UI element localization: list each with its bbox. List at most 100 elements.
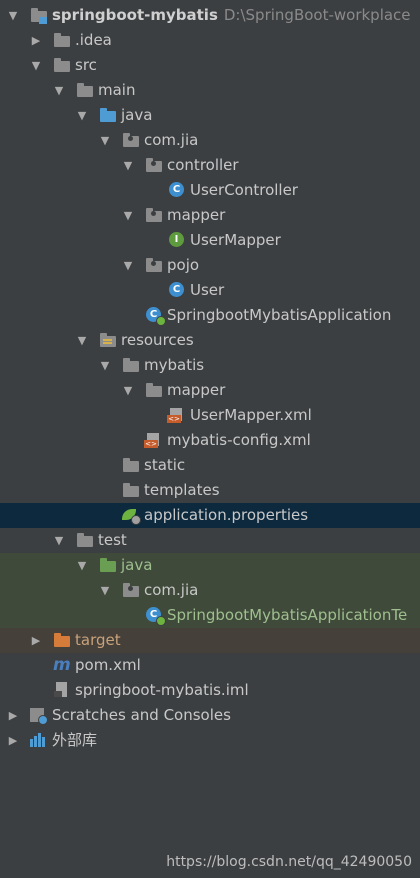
tree-item-text: pom.xml — [75, 656, 141, 674]
collapse-right-arrow-icon[interactable]: ▶ — [6, 728, 20, 753]
folder-icon — [122, 482, 140, 499]
tree-item-label: SpringbootMybatisApplication — [167, 303, 391, 328]
tree-item-label: controller — [167, 153, 239, 178]
tree-item-label: resources — [121, 328, 194, 353]
tree-row-mybatis[interactable]: ▼ mybatis — [0, 353, 420, 378]
package-icon — [145, 157, 163, 174]
tree-item-text: mapper — [167, 206, 226, 224]
tree-item-label: UserMapper — [190, 228, 281, 253]
module-folder-icon — [30, 7, 48, 24]
maven-icon: m — [53, 655, 71, 675]
tree-row-springboot-mybatis-iml[interactable]: springboot-mybatis.iml — [0, 678, 420, 703]
tree-item-text: target — [75, 631, 121, 649]
expand-down-arrow-icon[interactable]: ▼ — [121, 203, 135, 228]
tree-row-pojo[interactable]: ▼ pojo — [0, 253, 420, 278]
tree-item-text: User — [190, 281, 225, 299]
package-icon — [122, 582, 140, 599]
tree-item-text: springboot-mybatis.iml — [75, 681, 249, 699]
folder-icon — [53, 57, 71, 74]
tree-item-text: UserController — [190, 181, 298, 199]
tree-item-label: springboot-mybatis D:\SpringBoot-workplac… — [52, 3, 411, 28]
tree-row-templates[interactable]: templates — [0, 478, 420, 503]
tree-row-external-libraries[interactable]: ▶ 外部库 — [0, 728, 420, 753]
tree-item-text: java — [121, 556, 153, 574]
tree-row-scratches-and-consoles[interactable]: ▶ Scratches and Consoles — [0, 703, 420, 728]
expand-down-arrow-icon[interactable]: ▼ — [98, 128, 112, 153]
expand-down-arrow-icon[interactable]: ▼ — [75, 103, 89, 128]
tree-item-label: 外部库 — [52, 728, 97, 753]
expand-down-arrow-icon[interactable]: ▼ — [52, 528, 66, 553]
tree-row-mybatis-config-xml[interactable]: <> mybatis-config.xml — [0, 428, 420, 453]
tree-row-application-properties[interactable]: application.properties — [0, 503, 420, 528]
folder-icon — [122, 357, 140, 374]
tree-item-text: .idea — [75, 31, 112, 49]
expand-down-arrow-icon[interactable]: ▼ — [121, 378, 135, 403]
tree-row-test[interactable]: ▼ test — [0, 528, 420, 553]
spring-properties-icon — [122, 507, 141, 525]
tree-item-text: test — [98, 531, 127, 549]
tree-row-springbootmybatisapplication[interactable]: C SpringbootMybatisApplication — [0, 303, 420, 328]
tree-item-text: resources — [121, 331, 194, 349]
tree-item-text: SpringbootMybatisApplicationTe — [167, 606, 408, 624]
project-path: D:\SpringBoot-workplace — [223, 6, 411, 24]
tree-row-static[interactable]: static — [0, 453, 420, 478]
tree-row-main[interactable]: ▼ main — [0, 78, 420, 103]
tree-row-usermapper[interactable]: I UserMapper — [0, 228, 420, 253]
tree-item-text: main — [98, 81, 136, 99]
tree-row-springbootmybatisapplicationte[interactable]: C SpringbootMybatisApplicationTe — [0, 603, 420, 628]
tree-item-label: mybatis-config.xml — [167, 428, 311, 453]
tree-row-usermapper-xml[interactable]: <> UserMapper.xml — [0, 403, 420, 428]
xml-file-icon: <> — [144, 432, 163, 449]
xml-file-icon: <> — [167, 407, 186, 424]
tree-item-label: SpringbootMybatisApplicationTe — [167, 603, 407, 628]
tree-item-text: UserMapper — [190, 231, 281, 249]
tree-item-label: application.properties — [144, 503, 308, 528]
tree-row-mapper[interactable]: ▼ mapper — [0, 203, 420, 228]
tree-item-label: src — [75, 53, 97, 78]
tree-row-controller[interactable]: ▼ controller — [0, 153, 420, 178]
expand-down-arrow-icon[interactable]: ▼ — [121, 253, 135, 278]
expand-down-arrow-icon[interactable]: ▼ — [75, 328, 89, 353]
package-icon — [145, 207, 163, 224]
tree-row-usercontroller[interactable]: C UserController — [0, 178, 420, 203]
tree-item-label: mapper — [167, 203, 225, 228]
tree-item-text: src — [75, 56, 97, 74]
tree-row-springboot-mybatis[interactable]: ▼ springboot-mybatis D:\SpringBoot-workpla… — [0, 3, 420, 28]
tree-item-label: pojo — [167, 253, 199, 278]
tree-row-idea[interactable]: ▶ .idea — [0, 28, 420, 53]
tree-row-pom-xml[interactable]: m pom.xml — [0, 653, 420, 678]
expand-down-arrow-icon[interactable]: ▼ — [98, 578, 112, 603]
tree-row-target[interactable]: ▶ target — [0, 628, 420, 653]
tree-row-java[interactable]: ▼ java — [0, 553, 420, 578]
package-icon — [122, 132, 140, 149]
expand-down-arrow-icon[interactable]: ▼ — [121, 153, 135, 178]
expand-down-arrow-icon[interactable]: ▼ — [52, 78, 66, 103]
tree-item-label: test — [98, 528, 127, 553]
tree-item-text: templates — [144, 481, 220, 499]
collapse-right-arrow-icon[interactable]: ▶ — [6, 703, 20, 728]
tree-row-resources[interactable]: ▼ resources — [0, 328, 420, 353]
tree-row-com-jia[interactable]: ▼ com.jia — [0, 128, 420, 153]
expand-down-arrow-icon[interactable]: ▼ — [6, 3, 20, 28]
tree-row-java[interactable]: ▼ java — [0, 103, 420, 128]
tree-item-text: controller — [167, 156, 239, 174]
tree-item-label: main — [98, 78, 135, 103]
tree-row-src[interactable]: ▼ src — [0, 53, 420, 78]
tree-item-label: java — [121, 103, 152, 128]
expand-down-arrow-icon[interactable]: ▼ — [98, 353, 112, 378]
class-icon: C — [168, 282, 186, 299]
expand-down-arrow-icon[interactable]: ▼ — [75, 553, 89, 578]
tree-row-mapper[interactable]: ▼ mapper — [0, 378, 420, 403]
tree-item-text: static — [144, 456, 186, 474]
tree-row-com-jia[interactable]: ▼ com.jia — [0, 578, 420, 603]
tree-item-text: pojo — [167, 256, 200, 274]
tree-item-text: UserMapper.xml — [190, 406, 312, 424]
collapse-right-arrow-icon[interactable]: ▶ — [29, 628, 43, 653]
tree-item-label: User — [190, 278, 224, 303]
tree-item-label: com.jia — [144, 578, 198, 603]
expand-down-arrow-icon[interactable]: ▼ — [29, 53, 43, 78]
tree-item-label: springboot-mybatis.iml — [75, 678, 249, 703]
tree-row-user[interactable]: C User — [0, 278, 420, 303]
collapse-right-arrow-icon[interactable]: ▶ — [29, 28, 43, 53]
tree-item-text: 外部库 — [52, 731, 98, 749]
